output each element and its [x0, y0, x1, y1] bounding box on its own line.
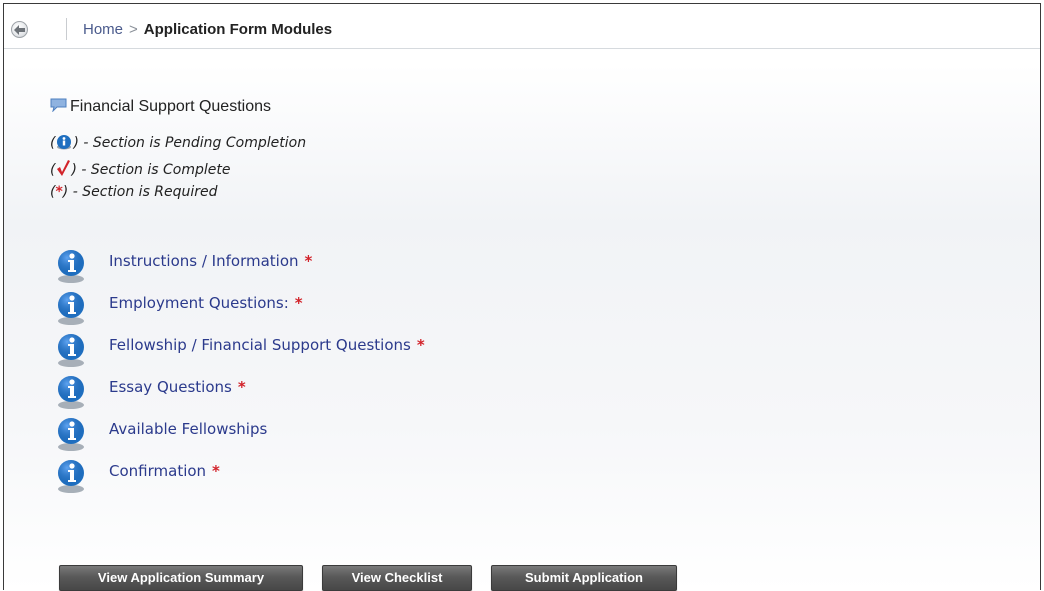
top-bar: Home > Application Form Modules: [4, 4, 1040, 49]
pending-info-icon: [55, 332, 87, 372]
chat-bubble-icon: [50, 98, 67, 117]
module-label: Essay Questions: [109, 378, 232, 396]
back-button[interactable]: [11, 21, 28, 38]
view-application-summary-button[interactable]: View Application Summary: [59, 565, 303, 591]
application-frame: Home > Application Form Modules Financial …: [3, 3, 1041, 591]
pending-info-icon: [55, 134, 73, 154]
breadcrumb: Home > Application Form Modules: [83, 21, 332, 38]
breadcrumb-separator: >: [129, 21, 138, 38]
back-arrow-icon: [14, 25, 25, 35]
module-link[interactable]: Essay Questions *: [109, 378, 246, 396]
module-label: Employment Questions:: [109, 294, 289, 312]
legend-complete-text: ) - Section is Complete: [71, 162, 231, 178]
module-link[interactable]: Fellowship / Financial Support Questions…: [109, 336, 425, 354]
required-asterisk-icon: *: [237, 378, 246, 396]
section-title-text: Financial Support Questions: [70, 98, 271, 115]
required-asterisk-icon: *: [294, 294, 303, 312]
legend-required-text: ) - Section is Required: [62, 184, 218, 200]
required-asterisk-icon: *: [304, 252, 313, 270]
module-label: Instructions / Information: [109, 252, 299, 270]
module-link[interactable]: Available Fellowships: [109, 420, 267, 438]
module-label: Fellowship / Financial Support Questions: [109, 336, 411, 354]
module-link[interactable]: Instructions / Information *: [109, 252, 312, 270]
breadcrumb-current: Application Form Modules: [143, 21, 333, 38]
required-asterisk-icon: *: [55, 184, 63, 200]
legend-pending: () - Section is Pending Completion: [50, 134, 306, 154]
module-link[interactable]: Employment Questions: *: [109, 294, 303, 312]
legend-pending-text: ) - Section is Pending Completion: [73, 135, 307, 151]
pending-info-icon: [55, 374, 87, 414]
breadcrumb-home-link[interactable]: Home: [83, 21, 123, 38]
view-checklist-button[interactable]: View Checklist: [322, 565, 472, 591]
required-asterisk-icon: *: [416, 336, 425, 354]
submit-application-button[interactable]: Submit Application: [491, 565, 677, 591]
legend-complete: () - Section is Complete: [50, 159, 230, 181]
required-asterisk-icon: *: [212, 462, 220, 480]
pending-info-icon: [55, 416, 87, 456]
pending-info-icon: [55, 290, 87, 330]
toolbar-divider: [66, 18, 67, 40]
module-label: Available Fellowships: [109, 420, 268, 438]
section-title: Financial Support Questions: [50, 98, 271, 117]
legend-required: (*) - Section is Required: [50, 184, 218, 200]
pending-info-icon: [55, 248, 87, 288]
module-label: Confirmation: [109, 462, 207, 480]
pending-info-icon: [55, 458, 87, 498]
check-mark-icon: [55, 159, 71, 181]
module-link[interactable]: Confirmation *: [109, 462, 220, 480]
